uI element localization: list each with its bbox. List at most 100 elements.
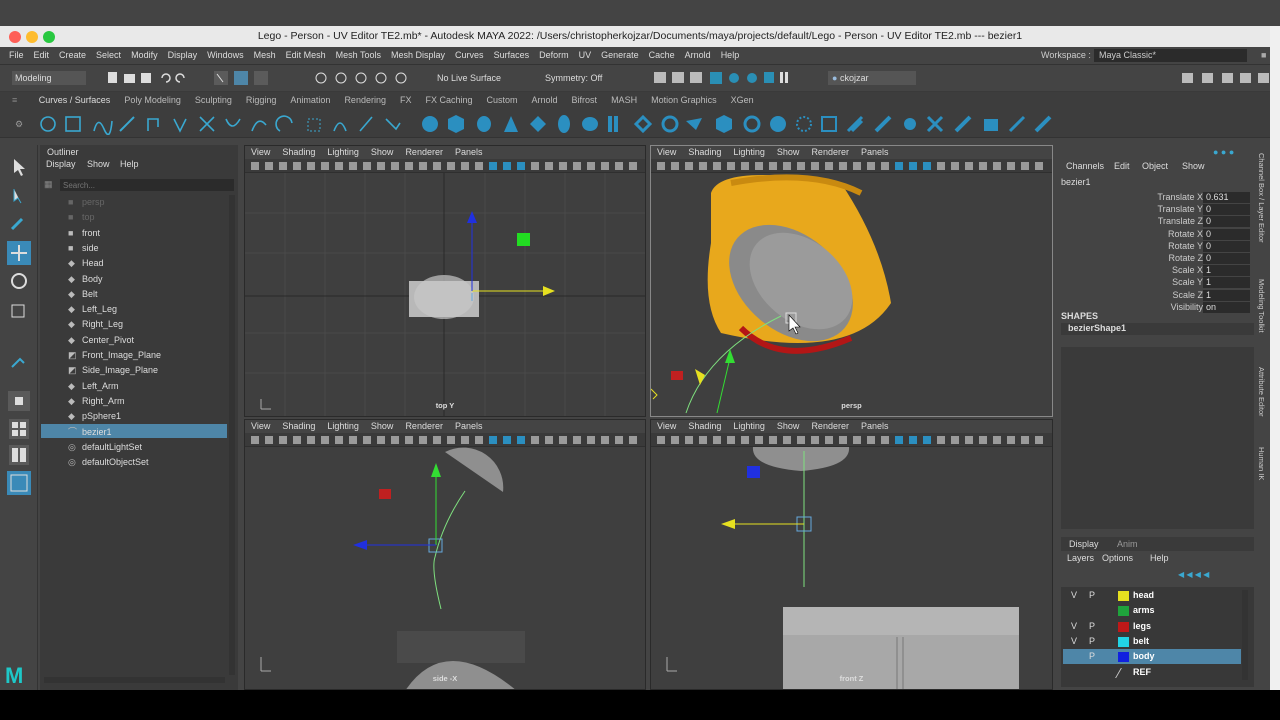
vp-menu-show[interactable]: Show bbox=[771, 420, 806, 433]
layer-color-swatch[interactable] bbox=[1118, 621, 1129, 632]
vp-menu-panels[interactable]: Panels bbox=[449, 420, 489, 433]
outliner-menu-display[interactable]: Display bbox=[46, 159, 76, 169]
channel-row[interactable]: Translate Y0 bbox=[1058, 204, 1253, 216]
vp-menu-view[interactable]: View bbox=[651, 146, 682, 159]
channel-value[interactable]: 1 bbox=[1203, 265, 1250, 277]
tab-anim[interactable]: Anim bbox=[1117, 539, 1138, 549]
tab-channel-box-layer-editor[interactable]: Channel Box / Layer Editor bbox=[1257, 153, 1266, 243]
viewport-toolbar[interactable] bbox=[245, 159, 645, 173]
outliner-item[interactable]: ◆ Left_Leg bbox=[68, 302, 117, 316]
viewport-tool-icons[interactable] bbox=[651, 433, 1051, 447]
layer-name[interactable]: belt bbox=[1133, 634, 1149, 649]
outliner-item[interactable]: ◆ Belt bbox=[68, 287, 98, 301]
shelf-tab-fx-caching[interactable]: FX Caching bbox=[418, 92, 479, 109]
layer-playback-toggle[interactable]: P bbox=[1089, 649, 1095, 664]
layer-row-head[interactable]: V Phead bbox=[1063, 588, 1241, 603]
layer-row-legs[interactable]: V Plegs bbox=[1063, 619, 1241, 634]
layer-row-ref[interactable]: REF bbox=[1063, 665, 1241, 680]
outliner-item[interactable]: ◆ Left_Arm bbox=[68, 379, 119, 393]
layer-color-swatch[interactable] bbox=[1118, 606, 1129, 617]
tab-human-ik[interactable]: Human IK bbox=[1257, 447, 1266, 480]
tab-attribute-editor[interactable]: Attribute Editor bbox=[1257, 367, 1266, 417]
menu-curves[interactable]: Curves bbox=[450, 47, 489, 64]
viewport-persp[interactable]: View Shading Lighting Show Renderer Panels pe… bbox=[650, 145, 1053, 417]
vp-menu-lighting[interactable]: Lighting bbox=[727, 420, 771, 433]
vp-menu-shading[interactable]: Shading bbox=[276, 420, 321, 433]
vp-menu-renderer[interactable]: Renderer bbox=[399, 420, 449, 433]
outliner-scrollbar[interactable] bbox=[229, 195, 235, 675]
shelf-tab-custom[interactable]: Custom bbox=[480, 92, 525, 109]
tab-modeling-toolkit[interactable]: Modeling Toolkit bbox=[1257, 279, 1266, 333]
shelf-tab-sculpting[interactable]: Sculpting bbox=[188, 92, 239, 109]
menu-mesh[interactable]: Mesh bbox=[249, 47, 281, 64]
le-menu-layers[interactable]: Layers bbox=[1067, 553, 1094, 563]
channel-box-icons[interactable]: ● ● ● bbox=[1213, 147, 1234, 157]
layer-name[interactable]: body bbox=[1133, 649, 1155, 664]
shelf-tab-arnold[interactable]: Arnold bbox=[525, 92, 565, 109]
vp-menu-show[interactable]: Show bbox=[365, 420, 400, 433]
channel-value[interactable]: 1 bbox=[1203, 277, 1250, 289]
menu-create[interactable]: Create bbox=[54, 47, 91, 64]
outliner-item[interactable]: ◎ defaultObjectSet bbox=[68, 455, 149, 469]
vp-menu-lighting[interactable]: Lighting bbox=[321, 420, 365, 433]
channel-value[interactable]: 0 bbox=[1203, 204, 1250, 216]
channel-row[interactable]: Scale Z1 bbox=[1058, 289, 1253, 302]
menu-mesh-tools[interactable]: Mesh Tools bbox=[331, 47, 386, 64]
viewport-tool-icons[interactable] bbox=[245, 433, 645, 447]
shelf-tab-motion-graphics[interactable]: Motion Graphics bbox=[644, 92, 724, 109]
layer-name[interactable]: arms bbox=[1133, 603, 1155, 618]
outliner-item[interactable]: ◆ pSphere1 bbox=[68, 409, 121, 423]
layer-visibility-toggle[interactable]: V bbox=[1071, 634, 1077, 649]
outliner-item[interactable]: ■ side bbox=[68, 241, 99, 255]
channel-value[interactable]: 0.631 bbox=[1203, 192, 1250, 203]
outliner-item[interactable]: ◎ defaultLightSet bbox=[68, 440, 142, 454]
layer-visibility-toggle[interactable]: V bbox=[1071, 588, 1077, 603]
outliner-item[interactable]: ◆ Body bbox=[68, 272, 103, 286]
channel-value[interactable]: 0 bbox=[1203, 253, 1250, 264]
outliner-h-scrollbar[interactable] bbox=[44, 677, 225, 683]
outliner-search-input[interactable] bbox=[60, 179, 234, 191]
outliner-item[interactable]: ◆ Right_Leg bbox=[68, 317, 123, 331]
layer-playback-toggle[interactable]: P bbox=[1089, 634, 1095, 649]
vp-menu-view[interactable]: View bbox=[651, 420, 682, 433]
vp-menu-show[interactable]: Show bbox=[365, 146, 400, 159]
shelf-tab-rigging[interactable]: Rigging bbox=[239, 92, 284, 109]
vp-menu-renderer[interactable]: Renderer bbox=[805, 146, 855, 159]
menu-generate[interactable]: Generate bbox=[596, 47, 644, 64]
layer-tool-icons[interactable]: ◀ ◀ ◀ ◀ bbox=[1178, 570, 1209, 579]
vp-menu-renderer[interactable]: Renderer bbox=[805, 420, 855, 433]
vp-menu-lighting[interactable]: Lighting bbox=[727, 146, 771, 159]
channel-row[interactable]: Rotate X0 bbox=[1058, 228, 1253, 241]
layer-name[interactable]: head bbox=[1133, 588, 1154, 603]
viewport-toolbar[interactable] bbox=[651, 159, 1052, 173]
outliner-item[interactable]: ■ top bbox=[68, 210, 95, 224]
vp-menu-shading[interactable]: Shading bbox=[682, 420, 727, 433]
menu-edit-mesh[interactable]: Edit Mesh bbox=[281, 47, 331, 64]
viewport-side[interactable]: View Shading Lighting Show Renderer Panels si… bbox=[244, 419, 646, 690]
outliner-menu-show[interactable]: Show bbox=[87, 159, 110, 169]
outliner-item[interactable]: ◩ Front_Image_Plane bbox=[68, 348, 161, 362]
vp-menu-show[interactable]: Show bbox=[771, 146, 806, 159]
shape-name[interactable]: bezierShape1 bbox=[1061, 323, 1254, 335]
channel-value[interactable]: on bbox=[1203, 301, 1250, 313]
layer-row-arms[interactable]: arms bbox=[1063, 603, 1241, 618]
channel-value[interactable]: 0 bbox=[1203, 240, 1250, 252]
menu-file[interactable]: File bbox=[4, 47, 29, 64]
channel-value[interactable]: 0 bbox=[1203, 228, 1250, 240]
channel-row[interactable]: Translate Z0 bbox=[1058, 216, 1253, 228]
outliner-menu-help[interactable]: Help bbox=[120, 159, 139, 169]
menu-windows[interactable]: Windows bbox=[202, 47, 249, 64]
layer-playback-toggle[interactable]: P bbox=[1089, 588, 1095, 603]
layer-name[interactable]: REF bbox=[1133, 665, 1151, 680]
shelf-tab-rendering[interactable]: Rendering bbox=[337, 92, 393, 109]
menu-arnold[interactable]: Arnold bbox=[680, 47, 716, 64]
layer-color-swatch[interactable] bbox=[1115, 667, 1132, 678]
menu-cache[interactable]: Cache bbox=[644, 47, 680, 64]
vp-menu-view[interactable]: View bbox=[245, 146, 276, 159]
menu-mesh-display[interactable]: Mesh Display bbox=[386, 47, 450, 64]
vp-menu-panels[interactable]: Panels bbox=[449, 146, 489, 159]
menu-deform[interactable]: Deform bbox=[534, 47, 574, 64]
vp-menu-shading[interactable]: Shading bbox=[682, 146, 727, 159]
le-menu-help[interactable]: Help bbox=[1150, 553, 1169, 563]
outliner-item[interactable]: ◩ Side_Image_Plane bbox=[68, 363, 158, 377]
